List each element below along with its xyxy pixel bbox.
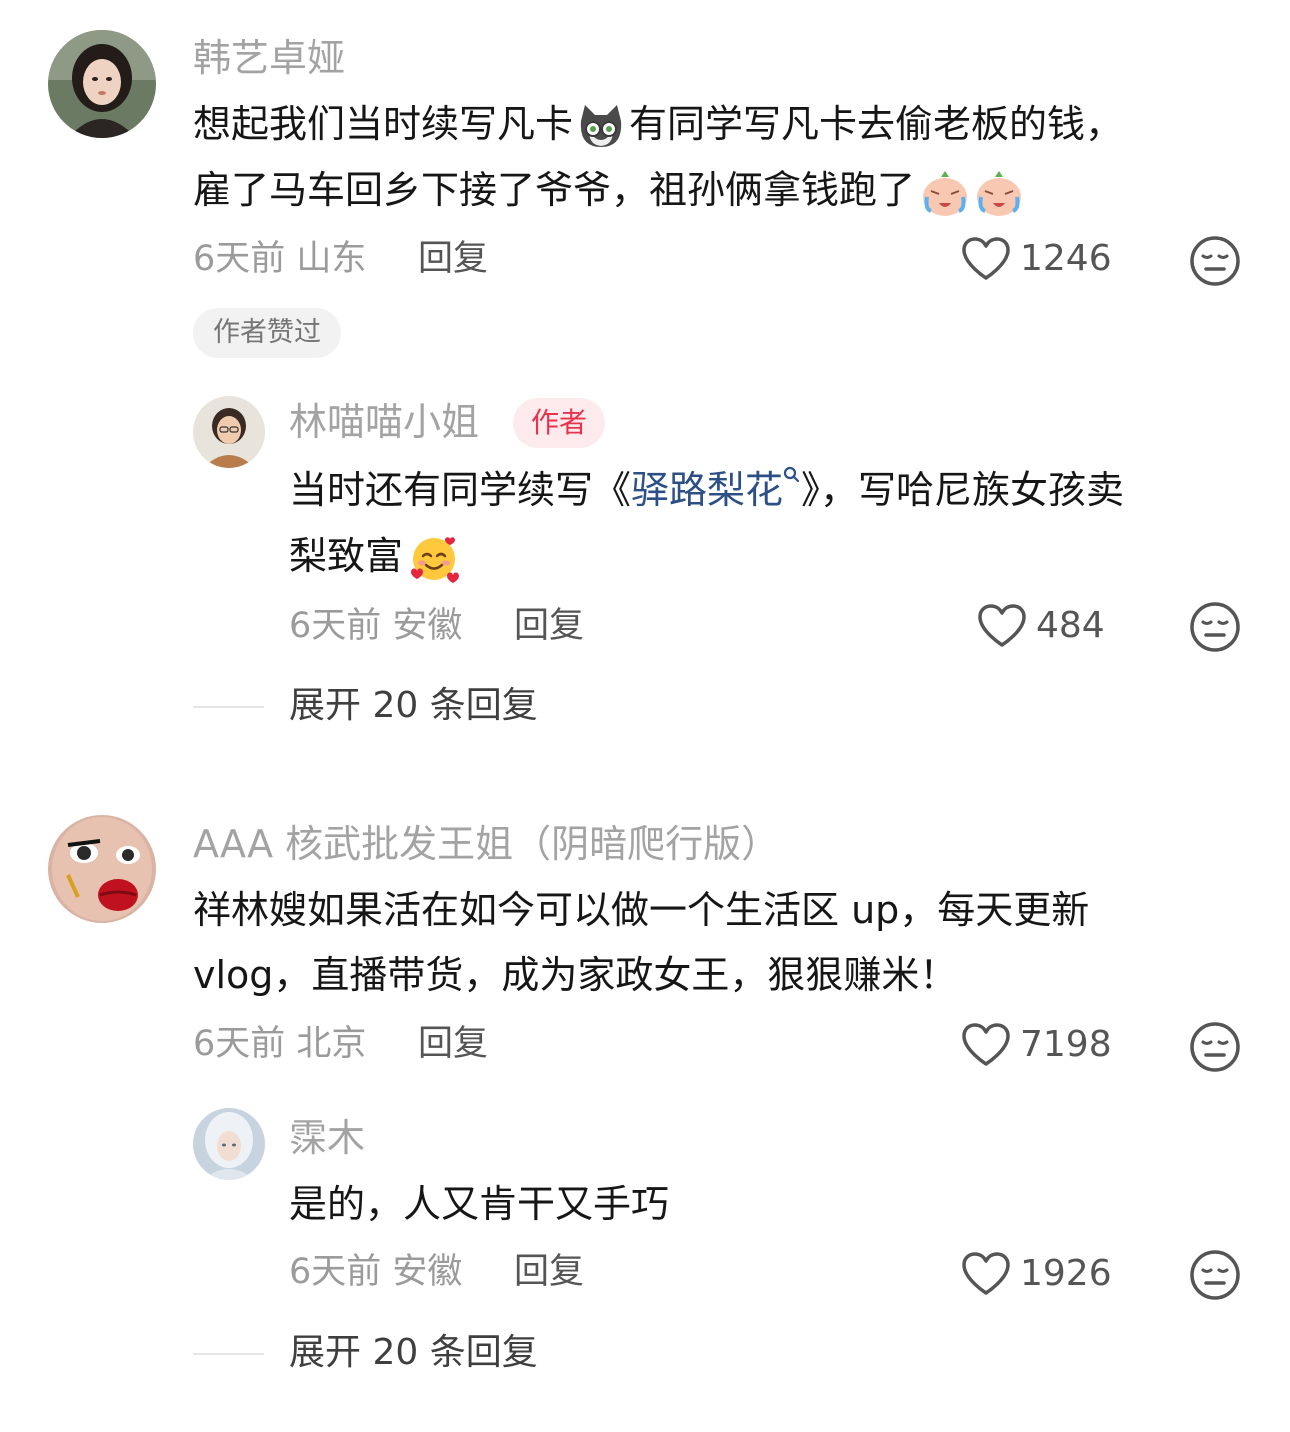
search-icon (783, 466, 800, 483)
avatar[interactable] (48, 815, 156, 923)
crying-face-emoji-icon (919, 167, 971, 219)
reply-text: 是的，人又肯干又手巧 (289, 1182, 670, 1226)
reply-avatar-image (193, 396, 265, 468)
smiling-hearts-emoji-icon (407, 532, 461, 586)
comment-text: 雇了马车回乡下接了爷爷，祖孙俩拿钱跑了 (193, 158, 1025, 222)
comment-text-part: 有同学写凡卡去偷老板的钱， (629, 102, 1124, 146)
like-button[interactable]: 484 (976, 603, 1105, 649)
comment-time-location: 6天前 山东 (193, 239, 367, 279)
search-link-text: 驿路梨花 (631, 468, 784, 512)
like-button[interactable]: 1246 (960, 236, 1112, 282)
reply-button[interactable]: 回复 (418, 237, 488, 281)
neutral-face-icon (1190, 602, 1240, 652)
comment-username[interactable]: 韩艺卓娅 (193, 36, 345, 80)
heart-outline-icon (962, 237, 1010, 280)
expand-replies-button[interactable]: 展开 20 条回复 (289, 684, 538, 728)
like-count: 1246 (1020, 238, 1112, 279)
reply-time-location: 6天前 安徽 (289, 1252, 463, 1292)
avatar[interactable] (193, 396, 265, 468)
reply-text-part: 梨致富 (289, 534, 404, 578)
heart-outline-icon (978, 604, 1026, 647)
expand-replies-button[interactable]: 展开 20 条回复 (289, 1331, 538, 1375)
reply-button[interactable]: 回复 (514, 1250, 584, 1294)
dislike-button[interactable] (1189, 601, 1241, 653)
comment-time-location: 6天前 北京 (193, 1024, 367, 1064)
crying-face-emoji-icon (973, 167, 1025, 219)
reply-username[interactable]: 霂木 (289, 1116, 365, 1160)
reply-button[interactable]: 回复 (418, 1022, 488, 1066)
reply-text-part: 》，写哈尼族女孩卖 (801, 468, 1125, 512)
user-avatar-image (48, 815, 156, 923)
author-tag: 作者 (513, 398, 606, 448)
neutral-face-icon (1190, 236, 1240, 286)
search-link[interactable]: 驿路梨花 (631, 466, 801, 512)
like-count: 1926 (1020, 1253, 1112, 1294)
author-liked-badge: 作者赞过 (193, 308, 341, 358)
reply-avatar-image (193, 1108, 265, 1180)
avatar[interactable] (193, 1108, 265, 1180)
reply-time-location: 6天前 安徽 (289, 606, 463, 646)
avatar[interactable] (48, 30, 156, 138)
heart-outline-icon (962, 1023, 1010, 1066)
like-button[interactable]: 1926 (960, 1251, 1112, 1297)
neutral-face-icon (1190, 1022, 1240, 1072)
comment-text-part: 雇了马车回乡下接了爷爷，祖孙俩拿钱跑了 (193, 168, 916, 212)
dislike-button[interactable] (1189, 1021, 1241, 1073)
neutral-face-icon (1190, 1250, 1240, 1300)
reply-text: 当时还有同学续写《驿路梨花 》，写哈尼族女孩卖 (289, 458, 1124, 522)
reply-text-part: 当时还有同学续写《 (289, 468, 632, 512)
like-count: 7198 (1020, 1024, 1112, 1065)
comment-text-part: 想起我们当时续写凡卡 (193, 102, 574, 146)
cat-glasses-emoji-icon (575, 101, 627, 153)
expand-divider (193, 706, 264, 708)
reply-username[interactable]: 林喵喵小姐 (289, 400, 479, 444)
reply-text: 梨致富 (289, 524, 461, 588)
expand-divider (193, 1353, 264, 1355)
comment-text: 想起我们当时续写凡卡 有同学写凡卡去偷老板的钱， (193, 92, 1123, 156)
dislike-button[interactable] (1189, 235, 1241, 287)
like-button[interactable]: 7198 (960, 1022, 1112, 1068)
like-count: 484 (1036, 605, 1105, 646)
reply-button[interactable]: 回复 (514, 604, 584, 648)
user-avatar-image (48, 30, 156, 138)
comment-text: vlog，直播带货，成为家政女王，狠狠赚米！ (193, 953, 958, 997)
comment-username[interactable]: AAA 核武批发王姐（阴暗爬行版） (193, 822, 779, 866)
heart-outline-icon (962, 1252, 1010, 1295)
comment-text: 祥林嫂如果活在如今可以做一个生活区 up，每天更新 (193, 888, 1090, 932)
dislike-button[interactable] (1189, 1249, 1241, 1301)
